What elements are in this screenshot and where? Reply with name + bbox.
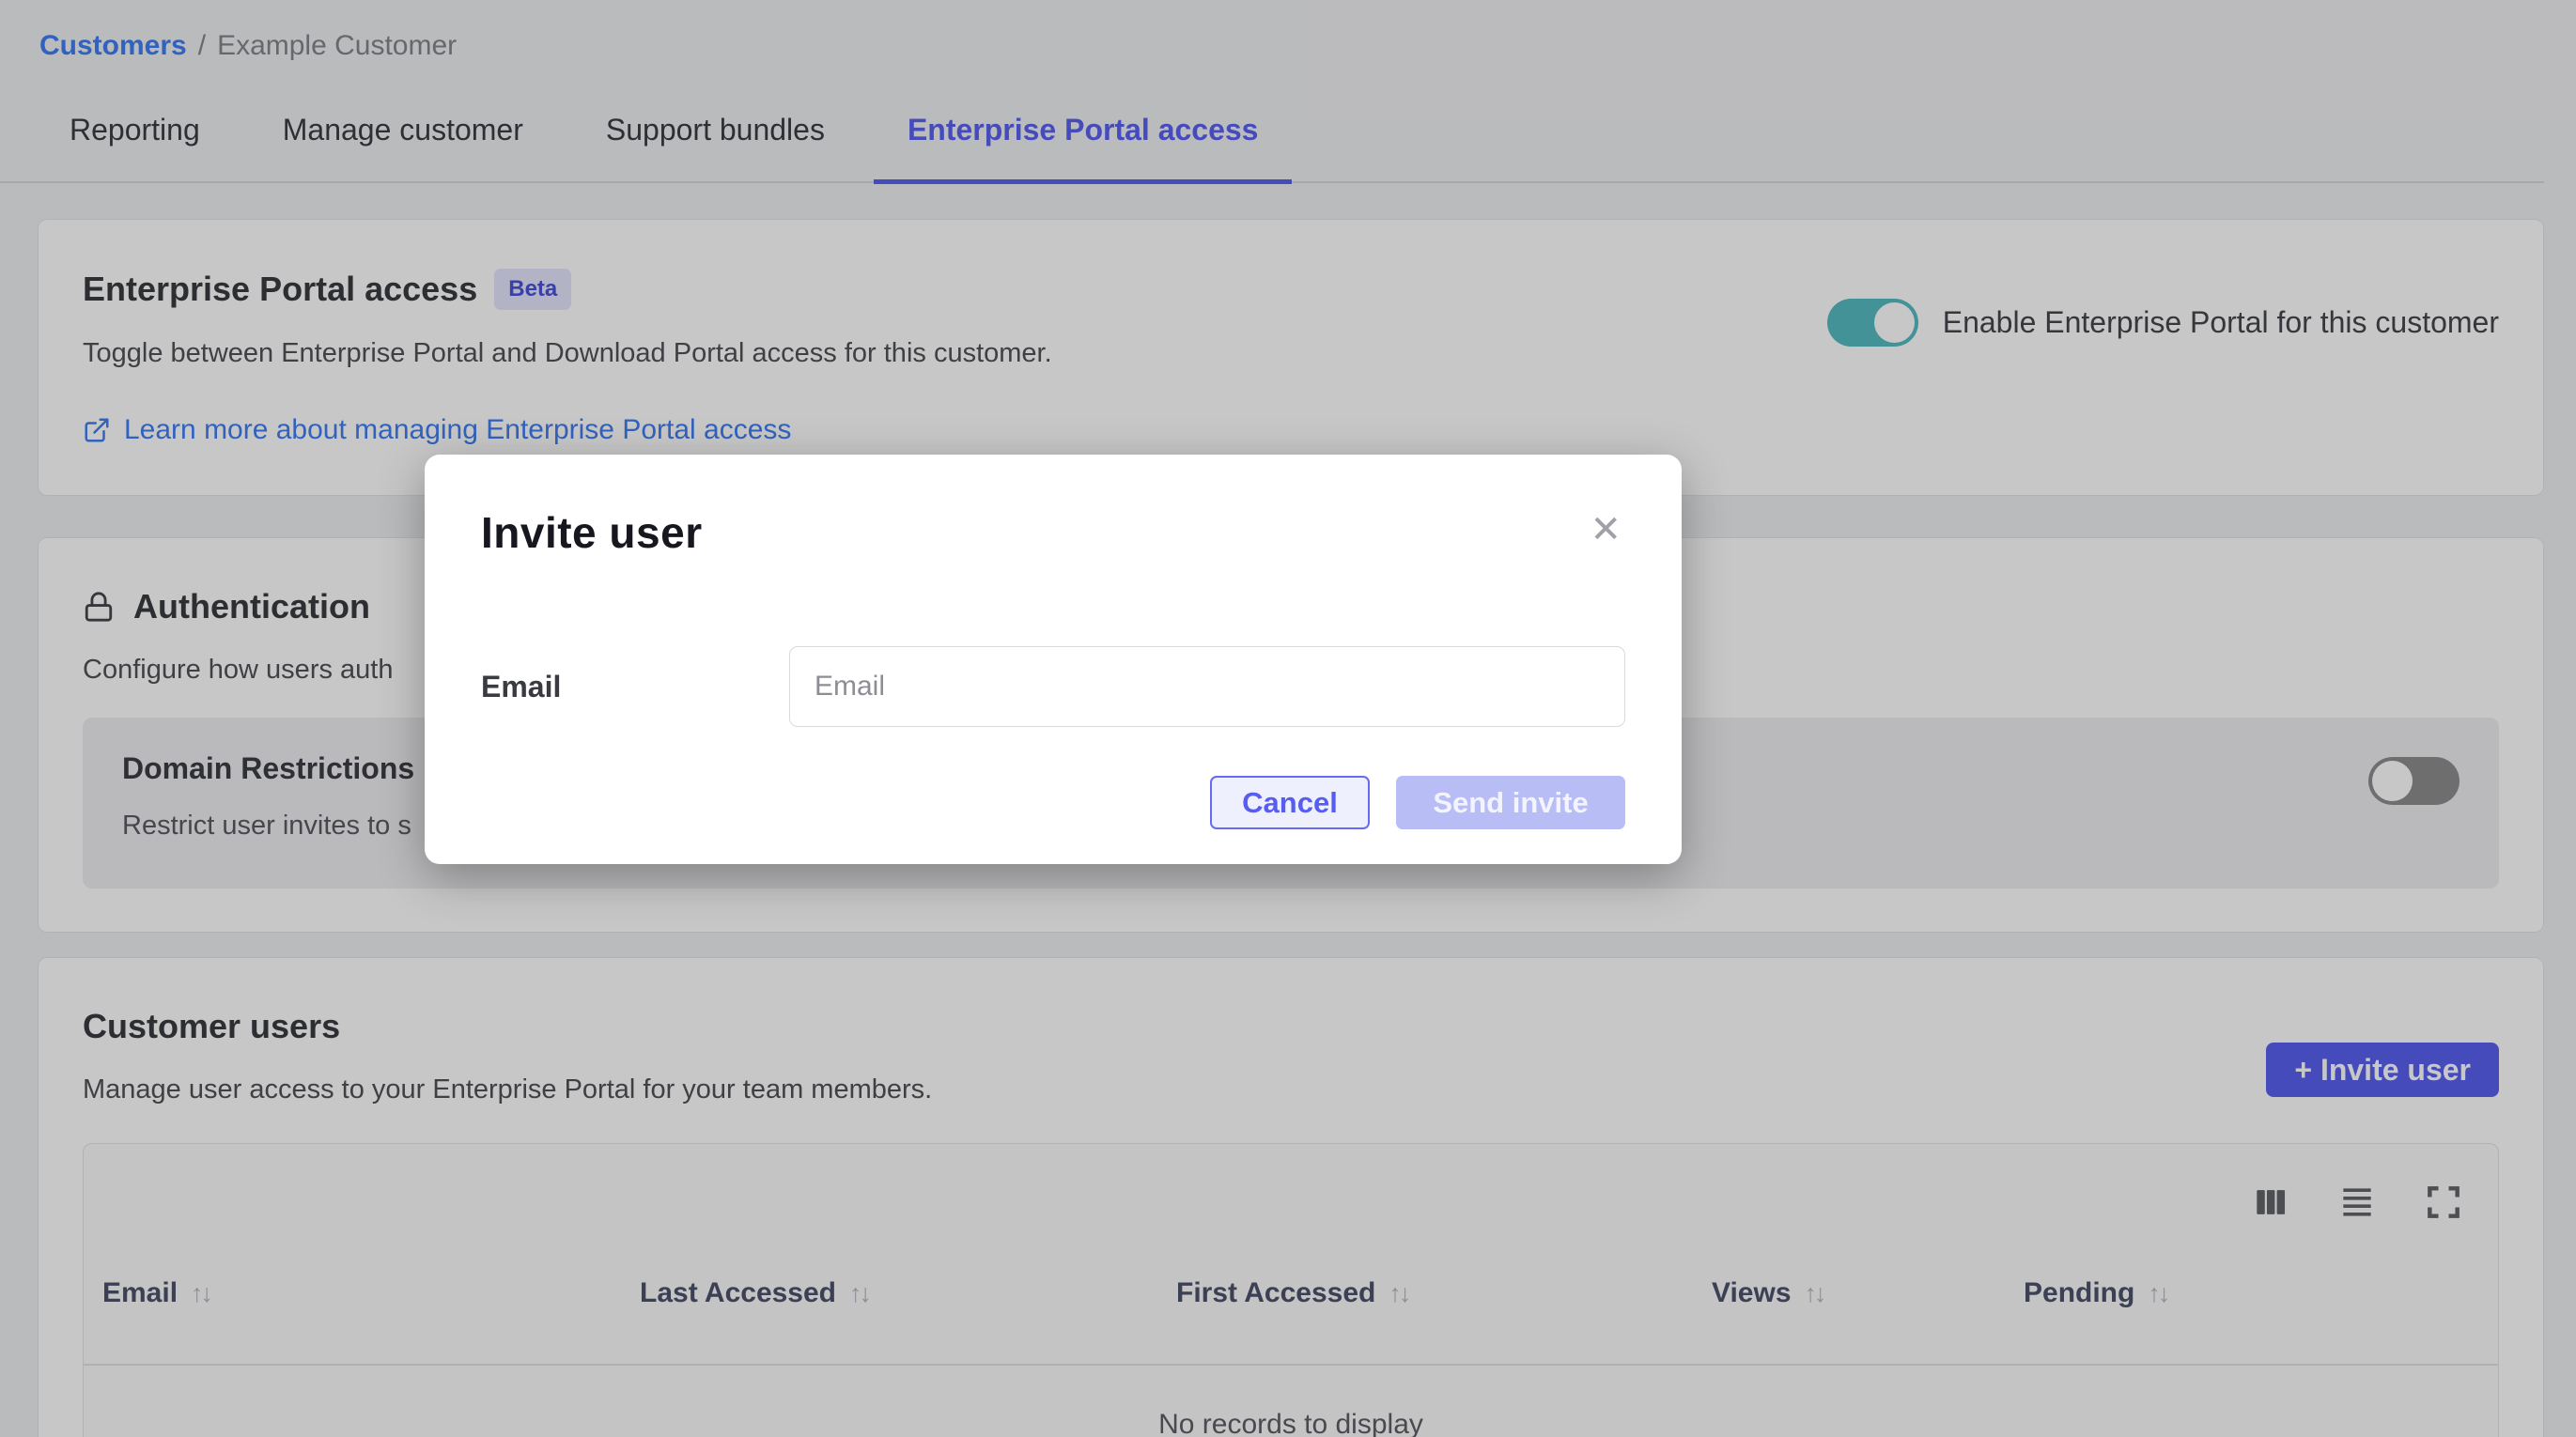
email-field[interactable] <box>789 646 1625 727</box>
close-icon[interactable]: ✕ <box>1586 507 1625 552</box>
invite-user-modal: Invite user ✕ Email Cancel Send invite <box>425 455 1682 864</box>
page: Customers / Example Customer Reporting M… <box>0 0 2576 1437</box>
send-invite-button[interactable]: Send invite <box>1396 776 1625 829</box>
cancel-button[interactable]: Cancel <box>1210 776 1370 829</box>
modal-title: Invite user <box>481 507 703 558</box>
email-label: Email <box>481 670 789 704</box>
